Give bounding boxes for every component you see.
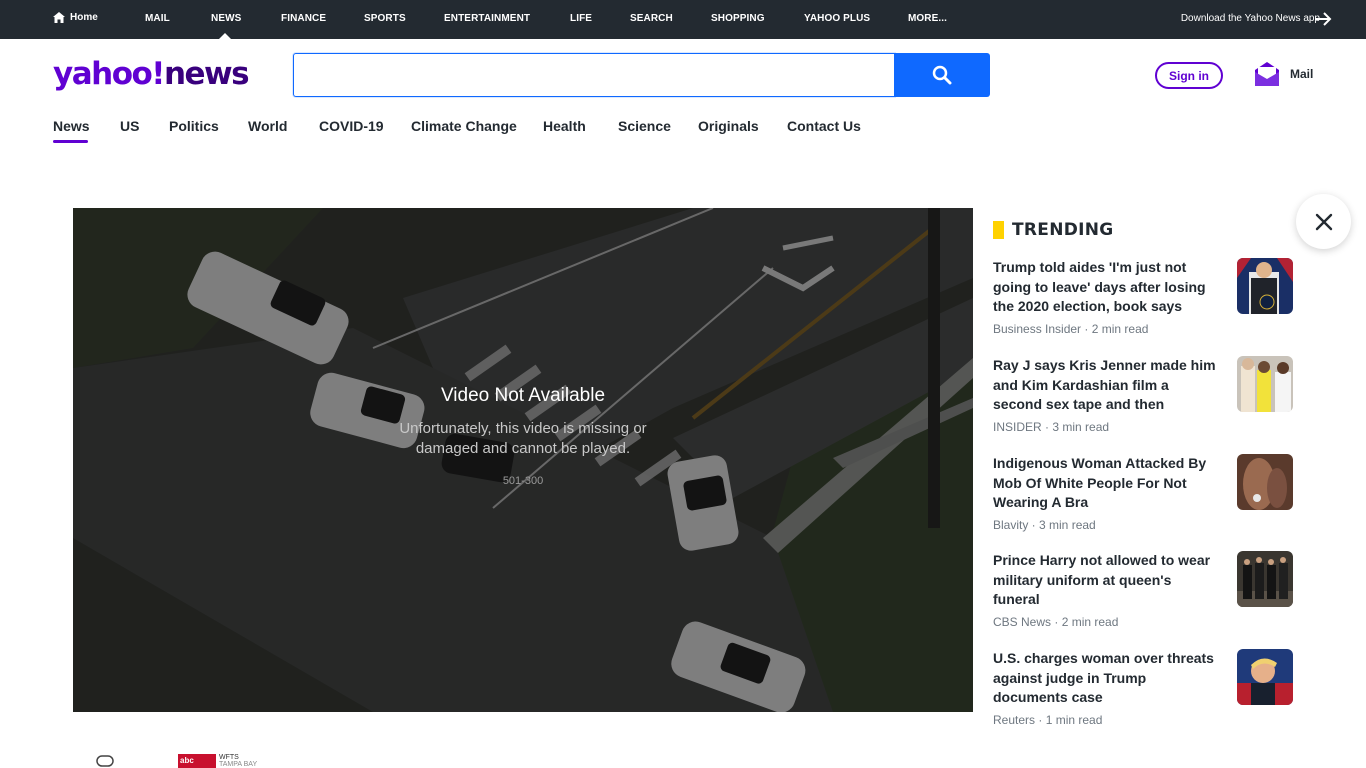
nav-shopping[interactable]: Shopping xyxy=(711,13,765,24)
trending-heading: TRENDING xyxy=(993,220,1114,240)
trending-item-thumbnail[interactable] xyxy=(1237,356,1293,412)
trending-item-source: INSIDER xyxy=(993,420,1042,434)
arrow-right-icon[interactable] xyxy=(1314,11,1332,27)
trending-item-source: CBS News xyxy=(993,615,1052,629)
trending-item-title[interactable]: Indigenous Woman Attacked By Mob Of Whit… xyxy=(993,454,1217,513)
trending-item-meta: INSIDER · 3 min read xyxy=(993,420,1110,434)
trending-item-meta: CBS News · 2 min read xyxy=(993,615,1119,629)
trending-item-read-time: 3 min read xyxy=(1052,420,1110,434)
section-originals[interactable]: Originals xyxy=(698,118,759,134)
trending-item-read-time: 1 min read xyxy=(1045,713,1103,727)
trending-item-title[interactable]: Ray J says Kris Jenner made him and Kim … xyxy=(993,356,1217,415)
section-climate-change[interactable]: Climate Change xyxy=(411,118,517,134)
section-science[interactable]: Science xyxy=(618,118,671,134)
mail-link[interactable]: Mail xyxy=(1254,61,1313,87)
search-box xyxy=(293,53,895,97)
trending-item-meta: Blavity · 3 min read xyxy=(993,518,1096,532)
mail-icon xyxy=(1255,62,1279,86)
trending-item-source: Reuters xyxy=(993,713,1036,727)
video-error-line-2: damaged and cannot be played. xyxy=(415,440,631,457)
home-icon xyxy=(53,12,65,23)
video-error-code: 501-300 xyxy=(502,475,544,487)
section-news[interactable]: News xyxy=(53,118,90,134)
nav-more[interactable]: More... xyxy=(908,13,947,24)
abc-action-news-logo: abc ACTION NEWS xyxy=(178,754,216,768)
video-error-overlay xyxy=(73,208,973,712)
trending-item-title[interactable]: Trump told aides 'I'm just not going to … xyxy=(993,258,1217,317)
nav-sports[interactable]: Sports xyxy=(364,13,406,24)
section-contact-us[interactable]: Contact Us xyxy=(787,118,861,134)
trending-item-title[interactable]: U.S. charges woman over threats against … xyxy=(993,649,1217,708)
logo-yahoo: yahoo! xyxy=(53,56,165,92)
trending-item-source: Business Insider xyxy=(993,322,1082,336)
trending-item-read-time: 2 min read xyxy=(1091,322,1149,336)
section-politics[interactable]: Politics xyxy=(169,118,219,134)
section-us[interactable]: US xyxy=(120,118,139,134)
search-icon xyxy=(932,65,952,85)
section-health[interactable]: Health xyxy=(543,118,586,134)
active-nav-indicator xyxy=(219,33,231,39)
trending-item-title[interactable]: Prince Harry not allowed to wear militar… xyxy=(993,551,1217,610)
trending-item[interactable]: Ray J says Kris Jenner made him and Kim … xyxy=(993,356,1293,436)
nav-yahoo-plus[interactable]: Yahoo Plus xyxy=(804,13,870,24)
top-nav: Home Mail News Finance Sports Entertainm… xyxy=(0,0,1366,39)
search-input[interactable] xyxy=(294,54,895,96)
video-error-message: Unfortunately, this video is missing or … xyxy=(73,419,973,459)
close-button[interactable] xyxy=(1296,194,1351,249)
badge-station: WFTS xyxy=(219,754,239,761)
logo-news: news xyxy=(163,56,250,92)
sign-in-button[interactable]: Sign in xyxy=(1155,62,1223,89)
nav-news[interactable]: News xyxy=(211,13,241,24)
mail-label: Mail xyxy=(1290,67,1314,81)
source-badge: abc ACTION NEWS WFTS TAMPA BAY xyxy=(178,754,257,768)
nav-home-label: Home xyxy=(70,12,98,23)
trending-item-thumbnail[interactable] xyxy=(1237,454,1293,510)
nav-search[interactable]: Search xyxy=(630,13,673,24)
trending-accent-bar xyxy=(993,221,1004,239)
trending-item-thumbnail[interactable] xyxy=(1237,258,1293,314)
yahoo-news-logo[interactable]: yahoo!news xyxy=(53,56,250,92)
nav-finance[interactable]: Finance xyxy=(281,13,326,24)
trending-item[interactable]: Trump told aides 'I'm just not going to … xyxy=(993,258,1293,338)
nav-mail[interactable]: Mail xyxy=(145,13,170,24)
trending-item[interactable]: Indigenous Woman Attacked By Mob Of Whit… xyxy=(993,454,1293,534)
close-icon xyxy=(1315,213,1332,230)
trending-item-read-time: 2 min read xyxy=(1061,615,1119,629)
trending-item-thumbnail[interactable] xyxy=(1237,551,1293,607)
nav-life[interactable]: Life xyxy=(570,13,592,24)
search-button[interactable] xyxy=(894,53,990,97)
trending-item-thumbnail[interactable] xyxy=(1237,649,1293,705)
nav-entertainment[interactable]: Entertainment xyxy=(444,13,530,24)
trending-label: TRENDING xyxy=(1012,220,1114,240)
video-player[interactable]: Video Not Available Unfortunately, this … xyxy=(73,208,973,712)
trending-item-meta: Reuters · 1 min read xyxy=(993,713,1103,727)
active-section-underline xyxy=(53,140,88,143)
badge-city: TAMPA BAY xyxy=(219,761,258,768)
trending-item-meta: Business Insider · 2 min read xyxy=(993,322,1149,336)
nav-home[interactable]: Home xyxy=(53,12,98,23)
trending-item[interactable]: U.S. charges woman over threats against … xyxy=(993,649,1293,729)
video-error-line-1: Unfortunately, this video is missing or xyxy=(399,420,647,437)
section-covid-19[interactable]: COVID-19 xyxy=(319,118,384,134)
download-app-link[interactable]: Download the Yahoo News app xyxy=(1181,13,1320,24)
trending-item-source: Blavity xyxy=(993,518,1029,532)
section-world[interactable]: World xyxy=(248,118,287,134)
trending-item-read-time: 3 min read xyxy=(1039,518,1096,532)
trending-item[interactable]: Prince Harry not allowed to wear militar… xyxy=(993,551,1293,631)
comment-icon[interactable] xyxy=(96,755,114,768)
video-error-title: Video Not Available xyxy=(440,385,606,406)
